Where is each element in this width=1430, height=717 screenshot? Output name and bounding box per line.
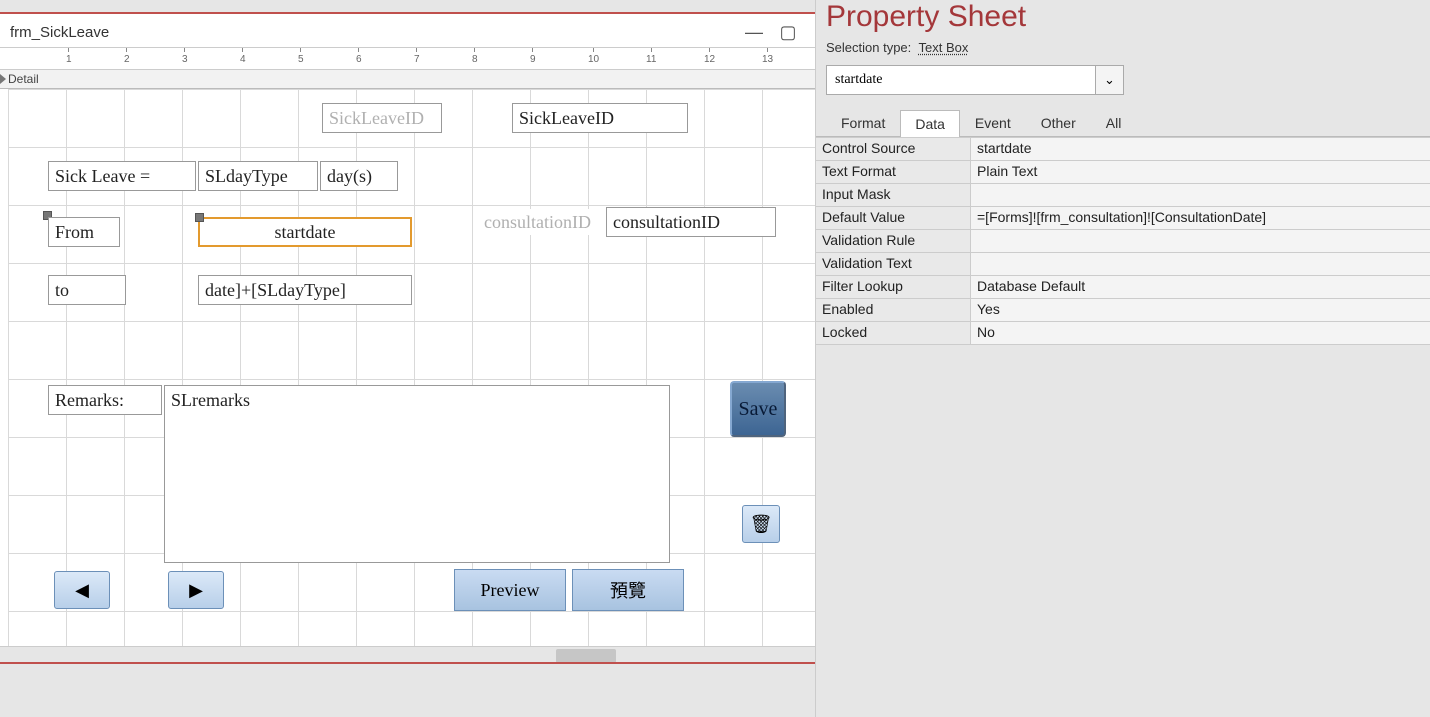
selection-handle[interactable] <box>195 213 204 222</box>
object-selector-input[interactable] <box>826 65 1096 95</box>
property-row[interactable]: LockedNo <box>816 322 1430 345</box>
horizontal-ruler: 1234567891011121314 <box>0 48 815 70</box>
property-name: Validation Text <box>816 253 971 275</box>
prev-record-button[interactable]: ◀ <box>54 571 110 609</box>
form-tab-title[interactable]: frm_SickLeave <box>10 24 737 41</box>
object-selector-dropdown[interactable]: ⌄ <box>1096 65 1124 95</box>
property-name: Validation Rule <box>816 230 971 252</box>
property-sheet: Property Sheet Selection type: Text Box … <box>815 0 1430 717</box>
property-tabs: Format Data Event Other All <box>816 109 1430 137</box>
preview-cn-button[interactable]: 預覽 <box>572 569 684 611</box>
tab-format[interactable]: Format <box>826 109 900 136</box>
textbox-consultationid[interactable]: consultationID <box>606 207 776 237</box>
tab-all[interactable]: All <box>1091 109 1137 136</box>
tab-event[interactable]: Event <box>960 109 1026 136</box>
design-canvas[interactable]: SickLeaveID SickLeaveID Sick Leave = SLd… <box>8 89 815 664</box>
property-grid: Control SourcestartdateText FormatPlain … <box>816 137 1430 345</box>
property-value[interactable]: No <box>971 322 1430 344</box>
chevron-down-icon: ⌄ <box>1104 72 1115 88</box>
label-sickleave[interactable]: Sick Leave = <box>48 161 196 191</box>
tab-data[interactable]: Data <box>900 110 960 137</box>
tab-other[interactable]: Other <box>1026 109 1091 136</box>
property-name: Input Mask <box>816 184 971 206</box>
property-value[interactable] <box>971 230 1430 252</box>
delete-button[interactable]: 🗑 <box>742 505 780 543</box>
property-name: Text Format <box>816 161 971 183</box>
textbox-startdate[interactable]: startdate <box>198 217 412 247</box>
textbox-todate[interactable]: date]+[SLdayType] <box>198 275 412 305</box>
property-value[interactable]: Database Default <box>971 276 1430 298</box>
property-value[interactable]: Yes <box>971 299 1430 321</box>
label-days[interactable]: day(s) <box>320 161 398 191</box>
property-row[interactable]: Text FormatPlain Text <box>816 161 1430 184</box>
label-consultationid[interactable]: consultationID <box>478 209 608 235</box>
next-record-button[interactable]: ▶ <box>168 571 224 609</box>
selection-type-value: Text Box <box>919 40 969 55</box>
save-button[interactable]: Save <box>730 381 786 437</box>
property-value[interactable] <box>971 184 1430 206</box>
minimize-icon[interactable]: — <box>737 21 771 45</box>
triangle-right-icon: ▶ <box>189 580 203 601</box>
property-value[interactable]: startdate <box>971 138 1430 160</box>
property-row[interactable]: Validation Text <box>816 253 1430 276</box>
form-designer: frm_SickLeave — ▢ 1234567891011121314 De… <box>0 0 815 717</box>
section-header-detail[interactable]: Detail <box>0 70 815 89</box>
property-name: Locked <box>816 322 971 344</box>
property-value[interactable] <box>971 253 1430 275</box>
label-to[interactable]: to <box>48 275 126 305</box>
property-value[interactable]: =[Forms]![frm_consultation]![Consultatio… <box>971 207 1430 229</box>
selection-type-row: Selection type: Text Box <box>816 40 1430 65</box>
property-name: Filter Lookup <box>816 276 971 298</box>
label-remarks[interactable]: Remarks: <box>48 385 162 415</box>
label-sickleaveid[interactable]: SickLeaveID <box>322 103 442 133</box>
textbox-sldaytype[interactable]: SLdayType <box>198 161 318 191</box>
property-row[interactable]: Default Value=[Forms]![frm_consultation]… <box>816 207 1430 230</box>
property-value[interactable]: Plain Text <box>971 161 1430 183</box>
scroll-thumb[interactable] <box>556 649 616 663</box>
property-name: Enabled <box>816 299 971 321</box>
property-row[interactable]: Input Mask <box>816 184 1430 207</box>
selection-type-label: Selection type: <box>826 40 911 55</box>
preview-button[interactable]: Preview <box>454 569 566 611</box>
property-row[interactable]: Validation Rule <box>816 230 1430 253</box>
property-row[interactable]: EnabledYes <box>816 299 1430 322</box>
property-row[interactable]: Control Sourcestartdate <box>816 138 1430 161</box>
restore-icon[interactable]: ▢ <box>771 21 805 45</box>
property-name: Control Source <box>816 138 971 160</box>
property-sheet-title: Property Sheet <box>816 0 1430 40</box>
property-name: Default Value <box>816 207 971 229</box>
label-from[interactable]: From <box>48 217 120 247</box>
textbox-sickleaveid[interactable]: SickLeaveID <box>512 103 688 133</box>
trash-icon: 🗑 <box>750 514 773 535</box>
property-row[interactable]: Filter LookupDatabase Default <box>816 276 1430 299</box>
textbox-remarks[interactable]: SLremarks <box>164 385 670 563</box>
section-label: Detail <box>8 72 39 86</box>
document-tab-bar: frm_SickLeave — ▢ <box>0 14 815 48</box>
triangle-left-icon: ◀ <box>75 580 89 601</box>
